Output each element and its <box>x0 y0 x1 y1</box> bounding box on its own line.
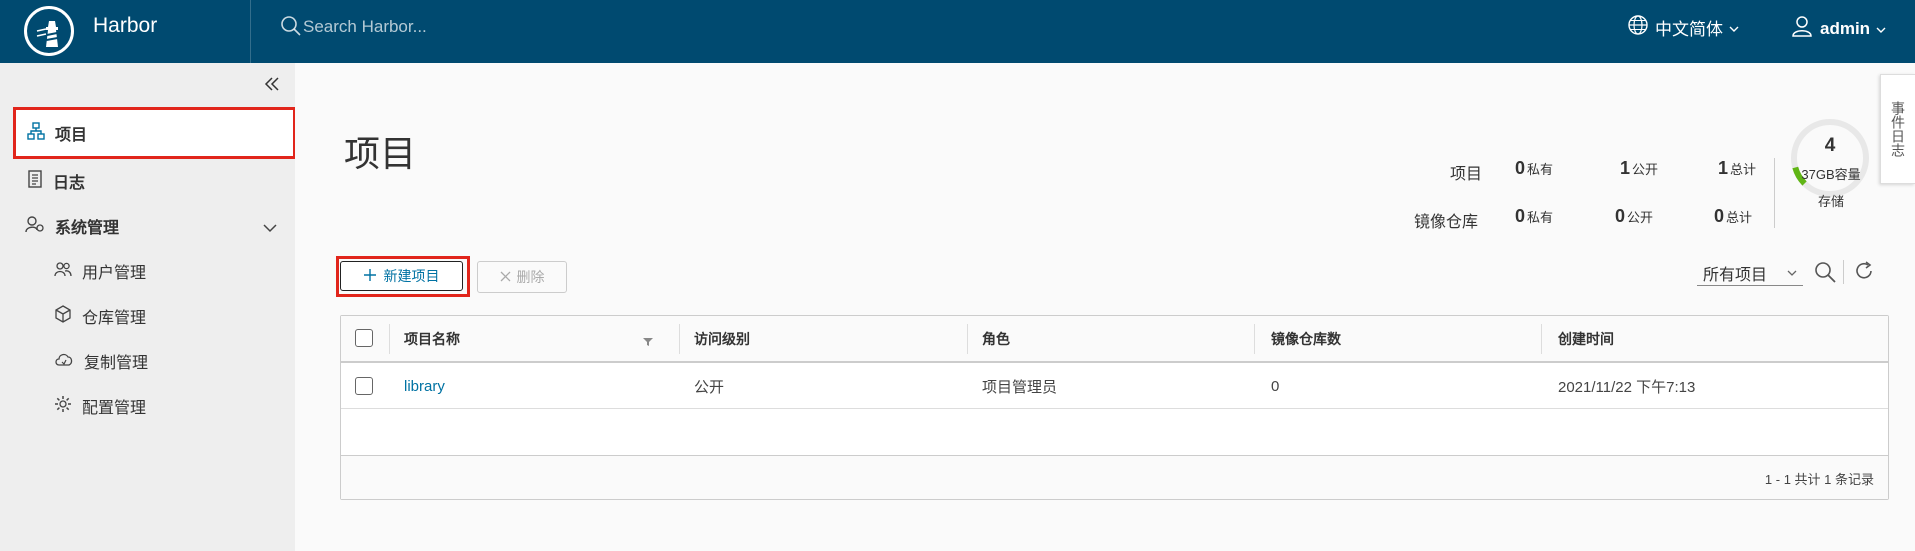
app-title[interactable]: Harbor <box>93 14 157 38</box>
column-separator <box>1254 324 1255 354</box>
access-level-cell: 公开 <box>694 378 725 396</box>
new-project-button[interactable]: 新建项目 <box>340 261 463 291</box>
projects-private-count: 0 私有 <box>1515 158 1554 178</box>
column-header-access[interactable]: 访问级别 <box>694 316 750 361</box>
column-separator <box>389 324 390 354</box>
delete-button[interactable]: 删除 <box>477 261 567 293</box>
column-separator <box>679 324 680 354</box>
user-icon <box>1790 14 1814 43</box>
select-all-checkbox[interactable] <box>355 329 373 347</box>
stats-divider <box>1774 158 1775 228</box>
project-name-link[interactable]: library <box>404 363 445 409</box>
sidebar-item-label: 用户管理 <box>82 265 147 282</box>
repos-stat-label: 镜像仓库 <box>1414 214 1479 231</box>
search-icon[interactable] <box>1813 260 1837 289</box>
storage-capacity: 37GB容量 <box>1801 167 1861 182</box>
log-icon <box>27 169 43 193</box>
close-icon <box>500 269 511 285</box>
language-label: 中文简体 <box>1655 20 1723 39</box>
chevron-down-icon <box>1787 264 1797 282</box>
header-divider <box>250 0 251 63</box>
collapse-sidebar-icon[interactable] <box>263 75 281 98</box>
pagination-summary: 1 - 1 共计 1 条记录 <box>1764 472 1874 487</box>
sidebar-item-system-admin[interactable]: 系统管理 <box>25 206 285 246</box>
created-time-cell: 2021/11/22 下午7:13 <box>1558 378 1696 396</box>
projects-stat-label: 项目 <box>1450 166 1483 183</box>
sidebar-item-label: 复制管理 <box>84 355 149 372</box>
user-menu[interactable]: admin <box>1790 14 1886 43</box>
project-icon <box>27 121 45 145</box>
replication-icon <box>54 351 74 372</box>
event-log-tab[interactable]: 事件日志 <box>1880 74 1915 184</box>
users-icon <box>54 261 72 282</box>
repos-total-count: 0 总计 <box>1714 206 1753 226</box>
column-separator <box>967 324 968 354</box>
chevron-down-icon <box>1729 18 1739 38</box>
repos-public-count: 0 公开 <box>1615 206 1654 226</box>
table-footer: 1 - 1 共计 1 条记录 <box>341 455 1888 499</box>
toolbar-divider <box>1843 260 1844 284</box>
globe-icon <box>1627 14 1649 41</box>
filter-icon[interactable] <box>643 334 653 352</box>
page-title: 项目 <box>344 133 417 174</box>
refresh-icon[interactable] <box>1853 260 1875 287</box>
plus-icon <box>363 268 376 284</box>
sidebar: 项目 日志 系统管理 用户管理 仓库管理 复制管理 配置管理 <box>0 63 296 551</box>
sidebar-item-users[interactable]: 用户管理 <box>54 251 146 291</box>
chevron-down-icon <box>1876 19 1886 39</box>
projects-table: 项目名称 访问级别 角色 镜像仓库数 创建时间 library 公开 项目管理员… <box>340 315 1889 500</box>
projects-total-count: 1 总计 <box>1718 158 1757 178</box>
storage-label: 存储 <box>1817 194 1844 209</box>
column-header-repo-count[interactable]: 镜像仓库数 <box>1271 316 1341 361</box>
repo-count-cell: 0 <box>1271 377 1280 395</box>
sidebar-item-registries[interactable]: 仓库管理 <box>54 296 146 336</box>
config-icon <box>54 395 72 418</box>
sidebar-item-configuration[interactable]: 配置管理 <box>54 386 146 426</box>
storage-count: 4 <box>1824 135 1836 156</box>
sidebar-item-label: 日志 <box>53 175 86 192</box>
harbor-logo[interactable] <box>24 6 74 56</box>
chevron-down-icon[interactable] <box>263 220 277 238</box>
sidebar-item-logs[interactable]: 日志 <box>27 161 85 201</box>
sidebar-item-label: 项目 <box>55 127 88 144</box>
column-header-name[interactable]: 项目名称 <box>404 316 460 361</box>
sidebar-item-label: 仓库管理 <box>82 310 147 327</box>
storage-gauge <box>1791 119 1869 197</box>
table-header: 项目名称 访问级别 角色 镜像仓库数 创建时间 <box>341 316 1888 363</box>
repos-private-count: 0 私有 <box>1515 206 1554 226</box>
search-icon[interactable] <box>280 15 302 42</box>
app-header: Harbor 中文简体 admin <box>0 0 1915 63</box>
projects-public-count: 1 公开 <box>1620 158 1659 178</box>
table-row: library 公开 项目管理员 0 2021/11/22 下午7:13 <box>341 363 1888 409</box>
column-separator <box>1541 324 1542 354</box>
sidebar-item-label: 配置管理 <box>82 400 147 417</box>
column-header-role[interactable]: 角色 <box>982 316 1010 361</box>
column-header-created[interactable]: 创建时间 <box>1558 316 1614 361</box>
global-search-input[interactable] <box>303 14 603 40</box>
language-selector[interactable]: 中文简体 <box>1627 14 1739 41</box>
sidebar-item-projects[interactable]: 项目 <box>13 107 296 159</box>
registry-icon <box>54 304 72 328</box>
sidebar-item-replications[interactable]: 复制管理 <box>54 341 148 381</box>
sidebar-item-label: 系统管理 <box>55 220 120 237</box>
project-filter-select[interactable]: 所有项目 <box>1697 260 1803 286</box>
system-admin-icon <box>25 215 45 238</box>
row-checkbox[interactable] <box>355 377 373 395</box>
username-label: admin <box>1820 18 1871 38</box>
role-cell: 项目管理员 <box>982 378 1058 396</box>
